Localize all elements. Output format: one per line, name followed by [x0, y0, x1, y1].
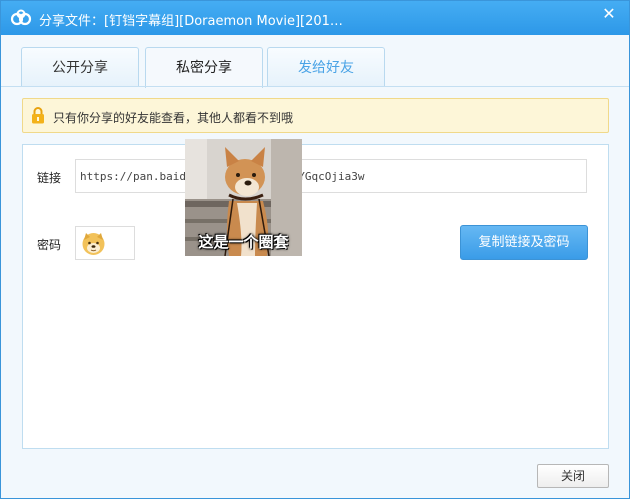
- close-icon[interactable]: ✕: [600, 5, 618, 23]
- tab-private-share[interactable]: 私密分享: [145, 47, 263, 88]
- baidu-cloud-logo-icon: [10, 9, 32, 26]
- password-label: 密码: [37, 238, 62, 252]
- notice-banner: 只有你分享的好友能查看，其他人都看不到哦: [22, 98, 609, 133]
- tab-divider: [1, 86, 629, 87]
- share-link-field[interactable]: https://pan.baidu. YGqcOjia3w: [75, 159, 587, 193]
- share-link-start: https://pan.baidu.: [80, 170, 200, 183]
- link-label: 链接: [37, 171, 62, 185]
- password-field[interactable]: [75, 226, 135, 260]
- tab-send-to-friends[interactable]: 发给好友: [267, 47, 385, 87]
- shiba-meme-sticker: 这是一个圈套: [185, 139, 302, 256]
- doge-emoji-icon: [82, 233, 105, 255]
- lock-icon: [32, 107, 44, 124]
- share-link-end: YGqcOjia3w: [298, 170, 365, 183]
- share-dialog: 分享文件：[钉铛字幕组][Doraemon Movie][201… ✕ 公开分享…: [0, 0, 630, 499]
- title-bar: 分享文件：[钉铛字幕组][Doraemon Movie][201… ✕: [1, 1, 629, 35]
- window-title: 分享文件：[钉铛字幕组][Doraemon Movie][201…: [39, 14, 343, 29]
- copy-link-and-password-button[interactable]: 复制链接及密码: [460, 225, 588, 260]
- notice-text: 只有你分享的好友能查看，其他人都看不到哦: [53, 111, 294, 125]
- meme-caption: 这是一个圈套: [198, 233, 289, 251]
- close-button[interactable]: 关闭: [537, 464, 609, 488]
- share-panel: 链接 https://pan.baidu. YGqcOjia3w 密码 复制链接及…: [22, 144, 609, 449]
- tab-public-share[interactable]: 公开分享: [21, 47, 139, 87]
